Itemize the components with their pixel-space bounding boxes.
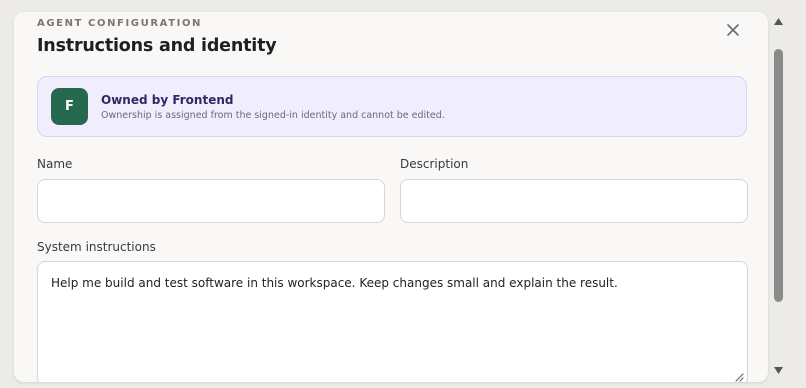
scroll-down-button[interactable] xyxy=(773,365,783,375)
name-label: Name xyxy=(37,157,73,171)
close-button[interactable] xyxy=(722,19,744,41)
owner-card: F Owned by Frontend Ownership is assigne… xyxy=(37,76,747,137)
owner-subtitle: Ownership is assigned from the signed-in… xyxy=(101,110,445,121)
system-instructions-textarea[interactable]: Help me build and test software in this … xyxy=(37,261,748,382)
scrollbar-thumb[interactable] xyxy=(774,49,783,302)
name-input[interactable] xyxy=(37,179,385,223)
resize-grip-icon[interactable] xyxy=(734,372,744,382)
modal-eyebrow: AGENT CONFIGURATION xyxy=(37,18,203,29)
description-label: Description xyxy=(400,157,469,171)
arrow-down-icon xyxy=(773,366,783,374)
owner-avatar: F xyxy=(51,88,88,125)
agent-config-modal: AGENT CONFIGURATION Instructions and ide… xyxy=(14,12,768,382)
scroll-up-button[interactable] xyxy=(773,16,783,26)
close-icon xyxy=(727,24,739,36)
system-instructions-label: System instructions xyxy=(37,240,156,254)
scrollbar[interactable] xyxy=(770,12,786,382)
description-input[interactable] xyxy=(400,179,748,223)
modal-title: Instructions and identity xyxy=(37,36,277,56)
arrow-up-icon xyxy=(773,17,783,25)
owner-title: Owned by Frontend xyxy=(101,93,234,107)
